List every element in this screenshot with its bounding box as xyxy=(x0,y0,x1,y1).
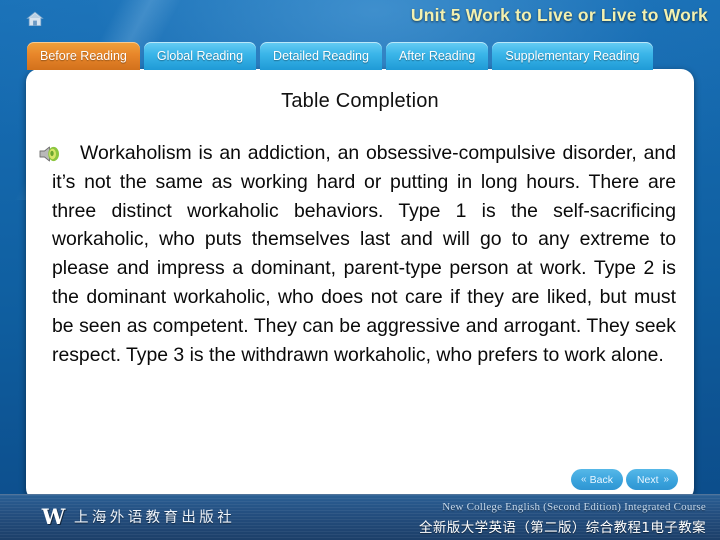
navigation-buttons: « Back Next » xyxy=(571,469,678,490)
back-button-label: Back xyxy=(589,473,613,486)
next-button[interactable]: Next » xyxy=(626,469,678,490)
reading-passage: Workaholism is an addiction, an obsessiv… xyxy=(52,139,676,369)
next-button-label: Next xyxy=(636,473,659,486)
publisher-logo: W 上海外语教育出版社 xyxy=(40,504,235,529)
back-button[interactable]: « Back xyxy=(571,469,623,490)
tab-label: Global Reading xyxy=(156,49,244,63)
tab-bar: Before Reading Global Reading Detailed R… xyxy=(27,42,653,70)
tab-label: Before Reading xyxy=(40,49,127,63)
header-bar: Unit 5 Work to Live or Live to Work xyxy=(0,0,720,38)
tab-label: After Reading xyxy=(398,49,476,63)
course-title-cn: 全新版大学英语（第二版）综合教程1电子教案 xyxy=(419,520,706,536)
chevron-double-right-icon: » xyxy=(663,474,669,485)
paragraph-text: Workaholism is an addiction, an obsessiv… xyxy=(52,142,676,366)
chevron-double-left-icon: « xyxy=(581,474,586,485)
tab-detailed-reading[interactable]: Detailed Reading xyxy=(260,42,382,70)
publisher-w-logo-icon: W xyxy=(41,504,66,529)
tab-global-reading[interactable]: Global Reading xyxy=(143,42,257,70)
panel-title: Table Completion xyxy=(281,90,439,112)
tab-before-reading[interactable]: Before Reading xyxy=(27,42,140,70)
tab-supplementary-reading[interactable]: Supplementary Reading xyxy=(492,42,653,70)
slide-root: Unit 5 Work to Live or Live to Work Befo… xyxy=(0,0,720,540)
tab-after-reading[interactable]: After Reading xyxy=(385,42,489,70)
tab-label: Detailed Reading xyxy=(273,49,369,63)
content-panel: Table Completion Workaholism is an addic… xyxy=(26,69,694,501)
page-title: Unit 5 Work to Live or Live to Work xyxy=(410,5,708,25)
footer-bar: W 上海外语教育出版社 New College English (Second … xyxy=(0,494,720,540)
tab-label: Supplementary Reading xyxy=(505,49,640,63)
publisher-name: 上海外语教育出版社 xyxy=(74,510,236,526)
home-icon[interactable] xyxy=(26,11,44,27)
course-title-en: New College English (Second Edition) Int… xyxy=(442,501,706,513)
course-info: New College English (Second Edition) Int… xyxy=(419,501,706,536)
